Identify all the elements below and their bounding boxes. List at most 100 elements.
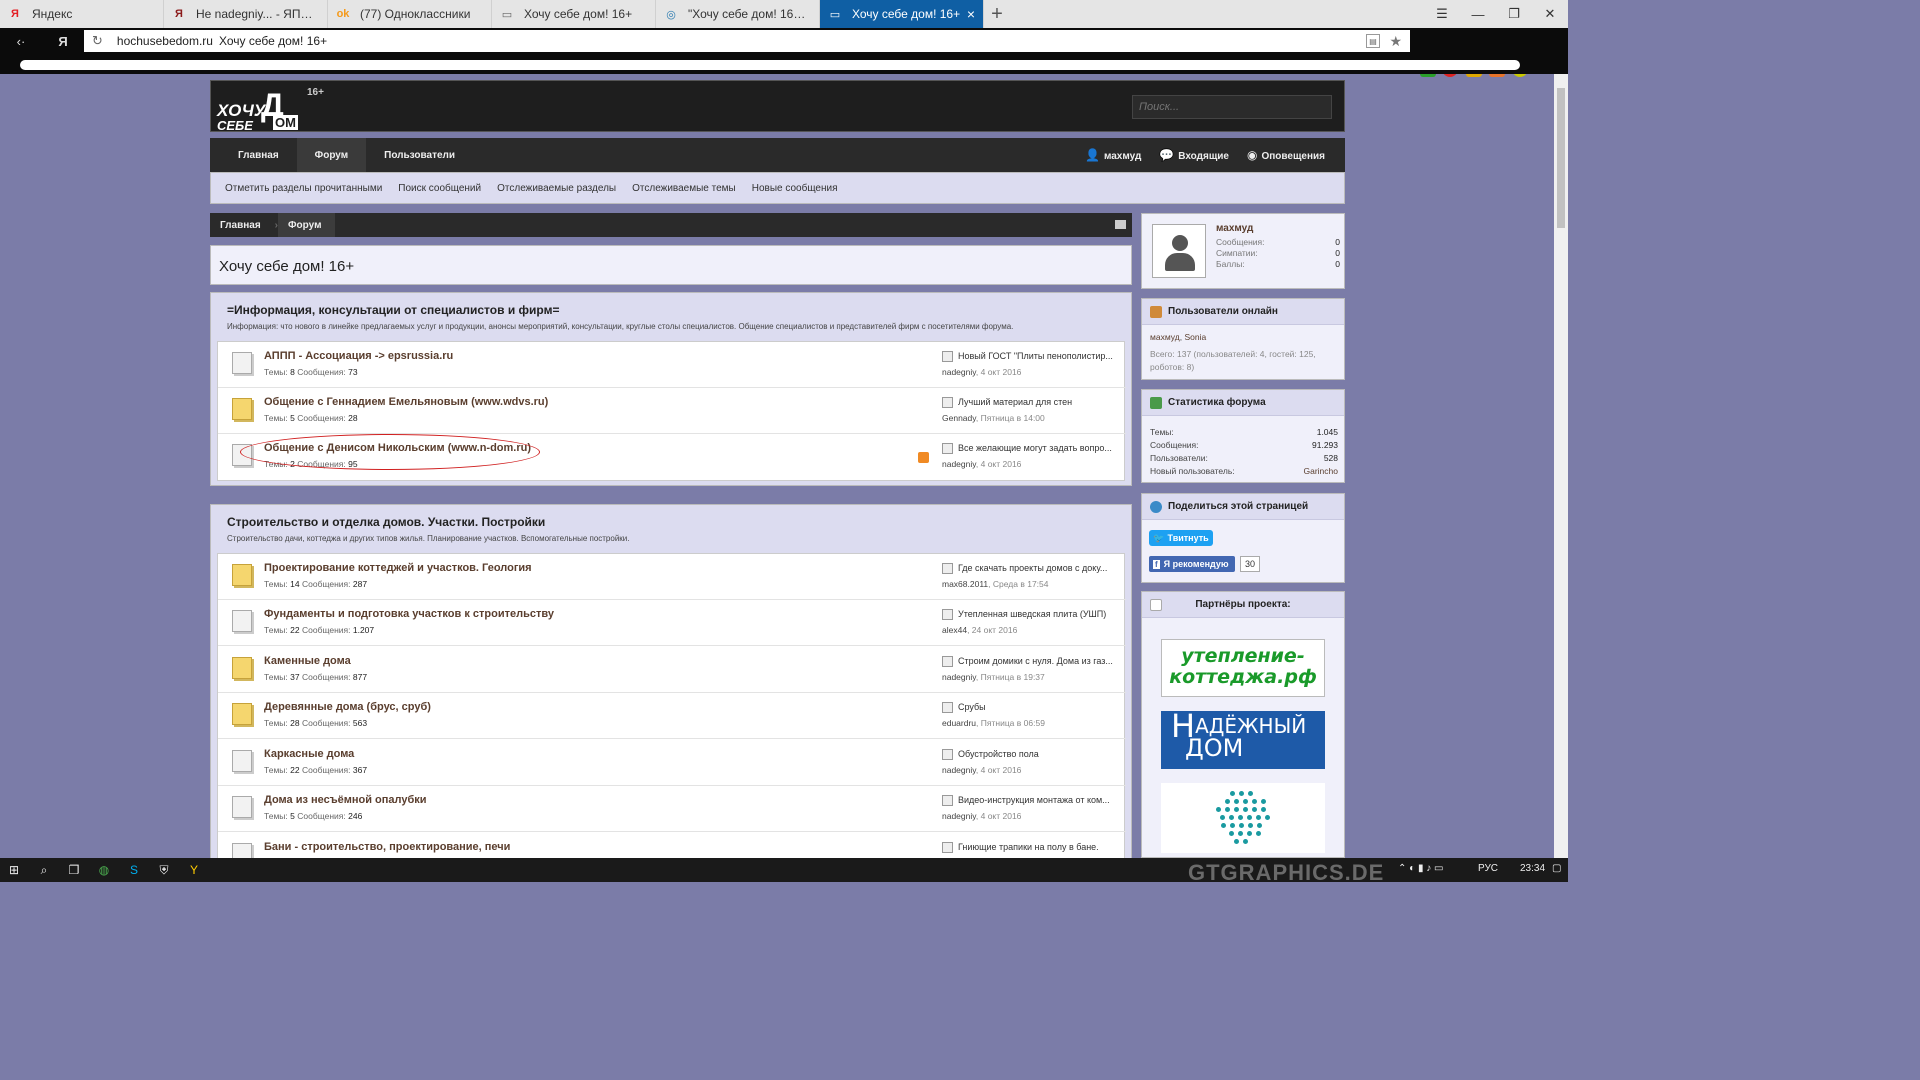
tab-home[interactable]: Главная <box>210 138 297 172</box>
last-post-user[interactable]: nadegniy <box>942 765 976 775</box>
new-tab-button[interactable]: + <box>984 0 1010 28</box>
forum-node[interactable]: Деревянные дома (брус, сруб) Темы: 28 Соо… <box>218 693 1126 739</box>
forum-node[interactable]: Проектирование коттеджей и участков. Гео… <box>218 554 1126 600</box>
forum-read-icon[interactable] <box>232 610 252 632</box>
last-post-user[interactable]: nadegniy <box>942 672 976 682</box>
node-title[interactable]: Общение с Геннадием Емельяновым (www.wdv… <box>264 396 548 408</box>
last-post-user[interactable]: nadegniy <box>942 811 976 821</box>
new-posts-link[interactable]: Новые сообщения <box>752 183 838 194</box>
forum-unread-icon[interactable] <box>232 703 252 725</box>
browser-tab[interactable]: ▭ Хочу себе дом! 16+ <box>492 0 656 28</box>
yandex-browser-icon[interactable]: Y <box>186 862 202 878</box>
last-post-user[interactable]: nadegniy <box>942 367 976 377</box>
search-input[interactable] <box>1132 95 1332 119</box>
clock[interactable]: 23:34 <box>1520 863 1545 874</box>
rss-feed-icon[interactable] <box>1115 220 1126 229</box>
node-title[interactable]: АППП - Ассоциация -> epsrussia.ru <box>264 350 453 362</box>
last-post-title[interactable]: Где скачать проекты домов с доку... <box>958 563 1114 573</box>
alerts-link[interactable]: ◉ Оповещения <box>1247 148 1325 162</box>
category-title[interactable]: Строительство и отделка домов. Участки. … <box>227 515 545 529</box>
bookmark-star-icon[interactable]: ★ <box>1389 33 1402 50</box>
skype-icon[interactable]: S <box>126 862 142 878</box>
last-post-user[interactable]: nadegniy <box>942 459 976 469</box>
back-icon[interactable]: ‹· <box>10 34 32 49</box>
forum-read-icon[interactable] <box>232 796 252 818</box>
close-tab-icon[interactable]: × <box>967 6 975 22</box>
last-post-title[interactable]: Строим домики с нуля. Дома из газ... <box>958 656 1114 666</box>
category-title[interactable]: =Информация, консультации от специалисто… <box>227 303 559 317</box>
rss-feed-icon[interactable] <box>918 452 929 463</box>
breadcrumb-home[interactable]: Главная <box>210 213 275 237</box>
facebook-recommend-button[interactable]: fЯ рекомендую <box>1149 556 1235 572</box>
windows-start-icon[interactable]: ⊞ <box>6 862 22 878</box>
last-post-title[interactable]: Срубы <box>958 702 1114 712</box>
online-user[interactable]: махмуд <box>1150 332 1180 342</box>
node-title[interactable]: Бани - строительство, проектирование, пе… <box>264 841 510 853</box>
browser-tab[interactable]: ▭ Хочу себе дом! 16+ × <box>820 0 984 28</box>
node-title[interactable]: Общение с Денисом Никольским (www.n-dom.… <box>264 442 531 454</box>
forum-node[interactable]: Фундаменты и подготовка участков к строи… <box>218 600 1126 646</box>
forum-unread-icon[interactable] <box>232 398 252 420</box>
tab-forum[interactable]: Форум <box>296 138 367 172</box>
last-post-user[interactable]: eduardru <box>942 718 976 728</box>
last-post-user[interactable]: Gennady <box>942 413 976 423</box>
breadcrumb-forum[interactable]: Форум <box>278 213 336 237</box>
scrollbar-thumb[interactable] <box>1557 88 1565 228</box>
forum-read-icon[interactable] <box>232 352 252 374</box>
game-app-icon[interactable]: ⛨ <box>156 862 172 878</box>
forum-node[interactable]: Общение с Денисом Никольским (www.n-dom.… <box>218 434 1126 480</box>
browser-tab[interactable]: Я Яндекс <box>0 0 164 28</box>
notifications-icon[interactable]: ▢ <box>1552 863 1561 874</box>
node-title[interactable]: Каркасные дома <box>264 748 354 760</box>
stat-value[interactable]: Garincho <box>1304 466 1339 476</box>
input-language[interactable]: РУС <box>1478 863 1498 874</box>
last-post-title[interactable]: Видео-инструкция монтажа от ком... <box>958 795 1114 805</box>
forum-unread-icon[interactable] <box>232 564 252 586</box>
last-post-title[interactable]: Новый ГОСТ "Плиты пенополистир... <box>958 351 1114 361</box>
search-posts-link[interactable]: Поиск сообщений <box>398 183 481 194</box>
task-view-icon[interactable]: ❐ <box>66 862 82 878</box>
node-title[interactable]: Проектирование коттеджей и участков. Гео… <box>264 562 532 574</box>
visitor-name[interactable]: махмуд <box>1216 223 1253 234</box>
last-post-title[interactable]: Гниющие трапики на полу в бане. <box>958 842 1114 852</box>
url-input[interactable]: ↻ hochusebedom.ru Хочу себе дом! 16+ ▤ ★ <box>84 30 1410 52</box>
online-user[interactable]: Sonia <box>1184 332 1206 342</box>
browser-tab[interactable]: ok (77) Одноклассники <box>328 0 492 28</box>
reader-mode-icon[interactable]: ▤ <box>1366 34 1380 48</box>
restore-icon[interactable]: ❐ <box>1496 0 1532 28</box>
last-post-user[interactable]: max68.2011 <box>942 579 988 589</box>
menu-icon[interactable]: ☰ <box>1424 0 1460 28</box>
node-title[interactable]: Дома из несъёмной опалубки <box>264 794 427 806</box>
tweet-button[interactable]: 🐦 Твитнуть <box>1149 530 1213 546</box>
inbox-link[interactable]: 💬 Входящие <box>1159 148 1229 162</box>
watched-forums-link[interactable]: Отслеживаемые разделы <box>497 183 616 194</box>
yandex-logo-icon[interactable]: Я <box>52 34 74 49</box>
avatar[interactable] <box>1152 224 1206 278</box>
node-title[interactable]: Деревянные дома (брус, сруб) <box>264 701 431 713</box>
node-title[interactable]: Каменные дома <box>264 655 351 667</box>
last-post-title[interactable]: Лучший материал для стен <box>958 397 1114 407</box>
watched-threads-link[interactable]: Отслеживаемые темы <box>632 183 736 194</box>
last-post-user[interactable]: alex44 <box>942 625 967 635</box>
forum-node[interactable]: АППП - Ассоциация -> epsrussia.ru Темы: 8… <box>218 342 1126 388</box>
tray-icons[interactable]: ⌃ ◐ ▮ ♪ ▭ <box>1398 863 1443 874</box>
partner-banner-dots-logo[interactable] <box>1161 783 1325 853</box>
last-post-title[interactable]: Обустройство пола <box>958 749 1114 759</box>
last-post-title[interactable]: Утепленная шведская плита (УШП) <box>958 609 1114 619</box>
tab-members[interactable]: Пользователи <box>366 138 473 172</box>
forum-unread-icon[interactable] <box>232 657 252 679</box>
forum-read-icon[interactable] <box>232 750 252 772</box>
forum-node[interactable]: Каркасные дома Темы: 22 Сообщения: 367 Обу… <box>218 740 1126 786</box>
forum-read-icon[interactable] <box>232 444 252 466</box>
mark-read-link[interactable]: Отметить разделы прочитанными <box>225 183 382 194</box>
close-window-icon[interactable]: ✕ <box>1532 0 1568 28</box>
partner-banner-insulation[interactable]: утепление-коттеджа.рф <box>1161 639 1325 697</box>
last-post-title[interactable]: Все желающие могут задать вопро... <box>958 443 1114 453</box>
node-title[interactable]: Фундаменты и подготовка участков к строи… <box>264 608 554 620</box>
site-logo[interactable]: ХОЧУ СЕБЕ Д ОМ <box>217 87 307 133</box>
page-scrollbar[interactable] <box>1554 74 1568 858</box>
forum-node[interactable]: Дома из несъёмной опалубки Темы: 5 Сообще… <box>218 786 1126 832</box>
forum-node[interactable]: Каменные дома Темы: 37 Сообщения: 877 Стро… <box>218 647 1126 693</box>
search-icon[interactable]: ⌕ <box>36 862 52 878</box>
browser-tab[interactable]: Я Не nadegniy... - ЯПлакалъ <box>164 0 328 28</box>
